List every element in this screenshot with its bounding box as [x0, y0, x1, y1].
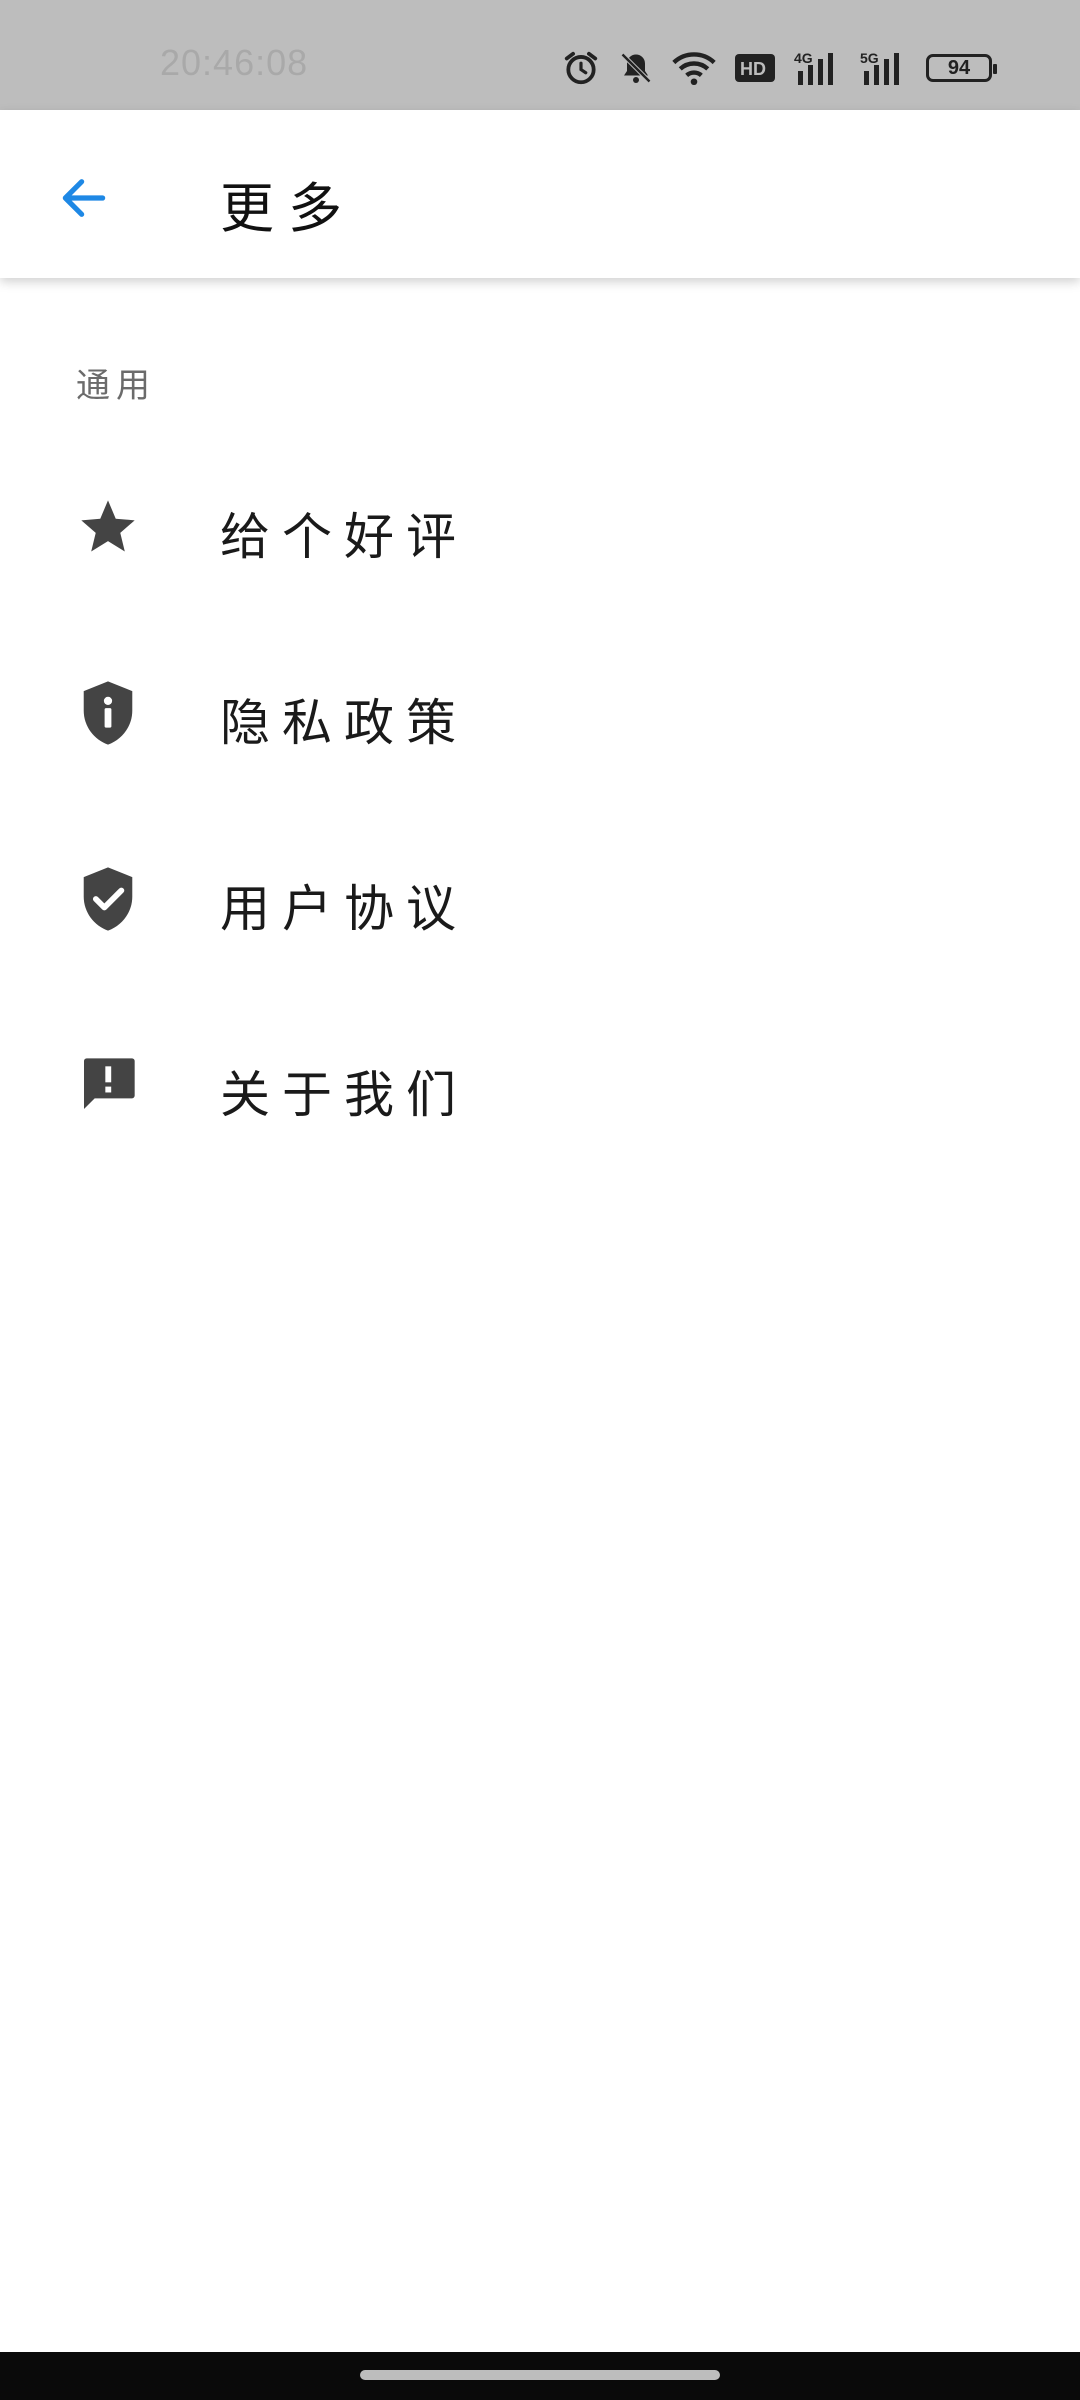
menu-item-privacy[interactable]: 隐私政策 [0, 620, 1080, 806]
status-bar: 20:46:08 HD 4G 5G 94 [0, 0, 1080, 110]
system-nav-bar [0, 2352, 1080, 2400]
status-icons: HD 4G 5G 94 [562, 46, 997, 90]
hd-label: HD [740, 59, 766, 79]
home-indicator[interactable] [360, 2370, 720, 2380]
battery-icon: 94 [926, 54, 997, 82]
signal-5g-icon: 5G [860, 49, 908, 87]
wifi-icon [672, 49, 716, 87]
feedback-icon [74, 1047, 142, 1123]
signal-4g-label: 4G [794, 50, 813, 66]
shield-check-icon [74, 861, 142, 937]
menu-item-label: 给个好评 [220, 508, 468, 566]
menu-item-terms[interactable]: 用户协议 [0, 806, 1080, 992]
menu-item-about[interactable]: 关于我们 [0, 992, 1080, 1178]
signal-5g-label: 5G [860, 50, 879, 66]
arrow-left-icon [56, 170, 112, 230]
hd-icon: HD [734, 53, 776, 83]
signal-4g-icon: 4G [794, 49, 842, 87]
shield-info-icon [74, 675, 142, 751]
bell-off-icon [618, 49, 654, 87]
back-button[interactable] [44, 160, 124, 240]
alarm-icon [562, 49, 600, 87]
menu-item-label: 用户协议 [220, 880, 468, 938]
app-bar: 更多 [0, 110, 1080, 278]
section-header-general: 通用 [76, 366, 156, 406]
menu-item-label: 关于我们 [220, 1066, 468, 1124]
status-time: 20:46:08 [160, 42, 309, 83]
battery-level: 94 [947, 56, 971, 79]
star-icon [74, 489, 142, 565]
menu-item-label: 隐私政策 [220, 694, 468, 752]
menu-item-rate[interactable]: 给个好评 [0, 434, 1080, 620]
page-title: 更多 [220, 177, 356, 240]
